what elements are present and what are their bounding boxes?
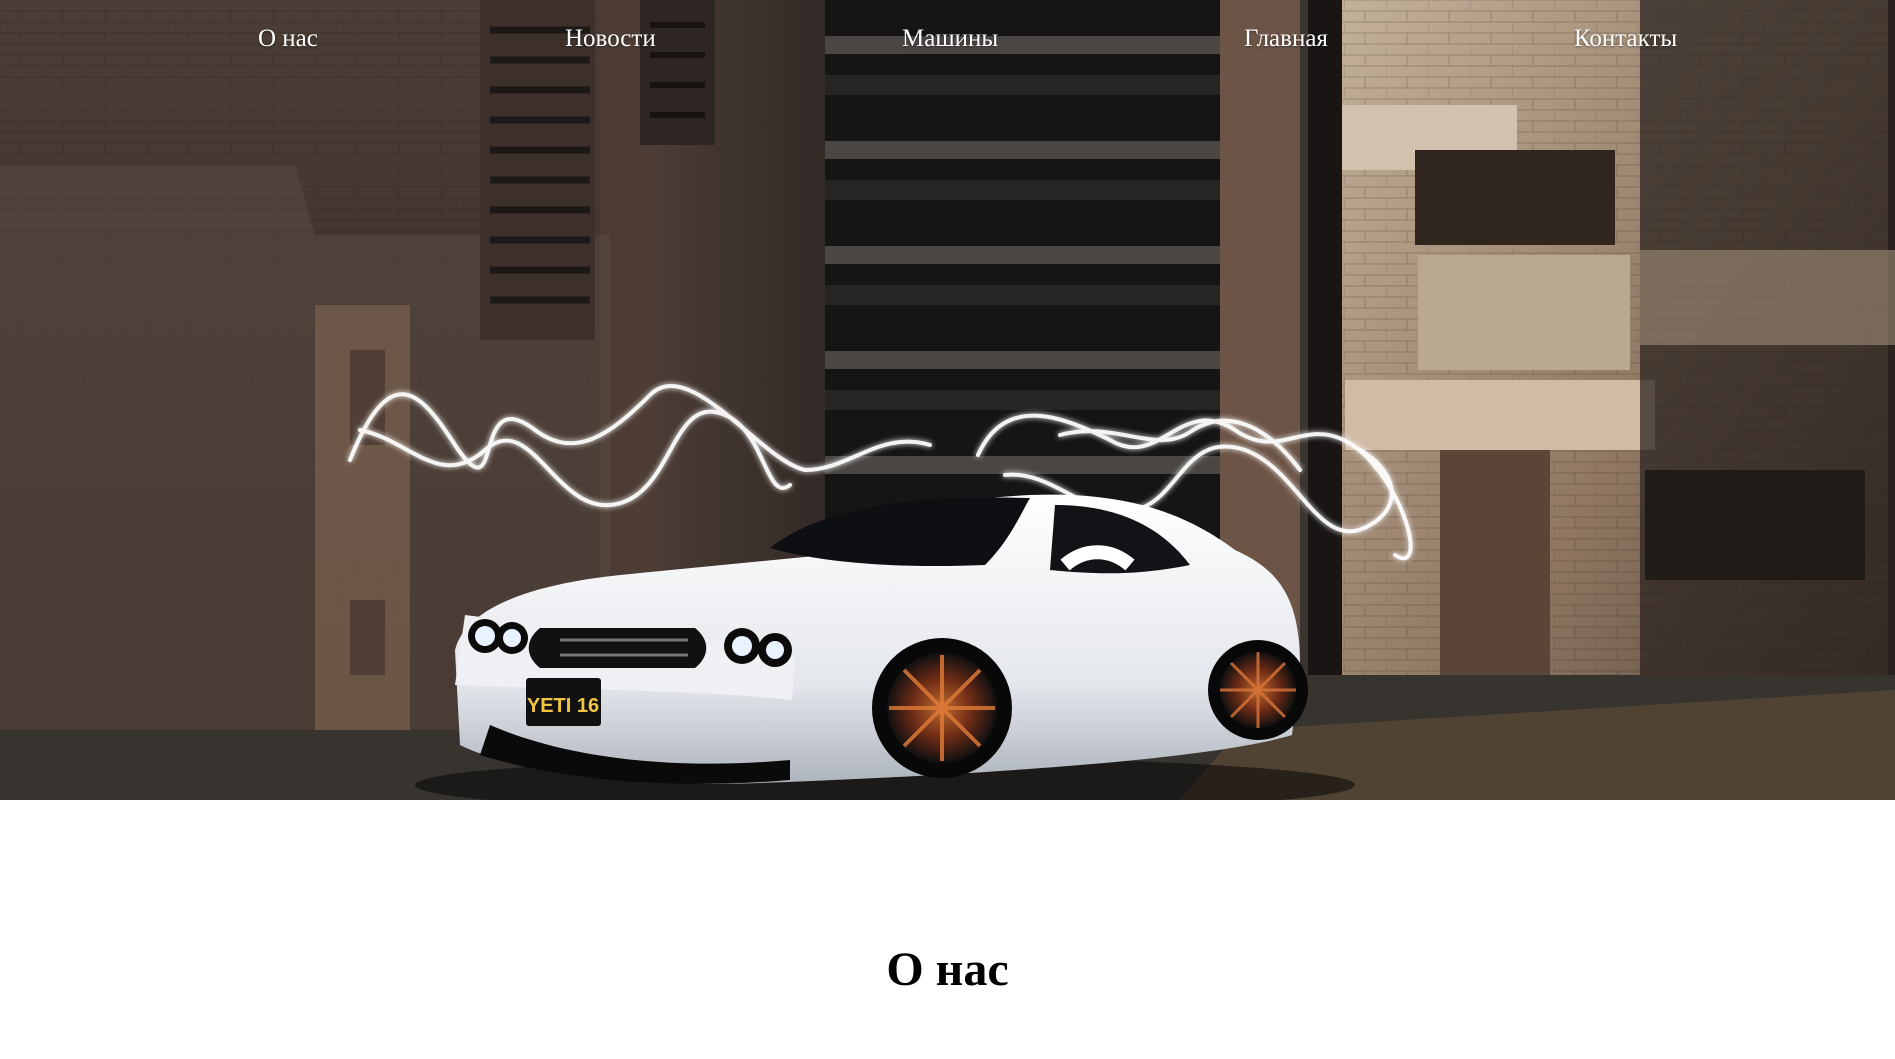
nav-link-contacts[interactable]: Контакты: [1574, 22, 1677, 56]
about-section-title: О нас: [886, 943, 1009, 996]
license-plate: YETI 16: [527, 695, 599, 717]
nav-link-home[interactable]: Главная: [1244, 22, 1328, 56]
nav-link-news[interactable]: Новости: [565, 22, 656, 56]
hero-banner: YETI 16 О нас Новости Машины Главная Кон…: [0, 0, 1895, 800]
hero-car-photo: YETI 16: [0, 0, 1895, 800]
top-navigation: О нас Новости Машины Главная Контакты: [0, 0, 1895, 80]
nav-link-about[interactable]: О нас: [258, 22, 318, 56]
nav-link-cars[interactable]: Машины: [902, 22, 998, 56]
